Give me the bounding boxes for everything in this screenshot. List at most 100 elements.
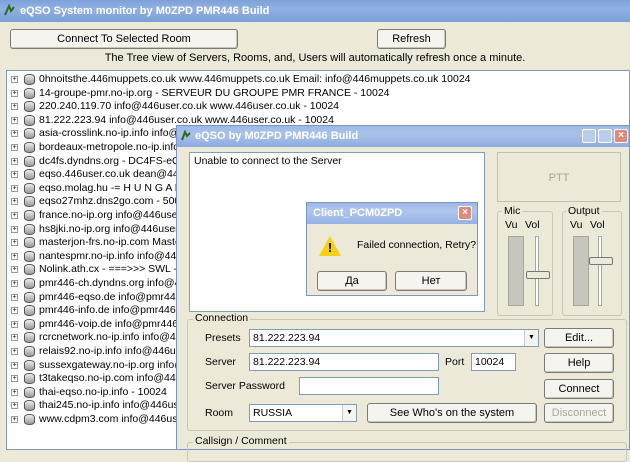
expand-icon[interactable]: + xyxy=(11,76,18,83)
server-icon xyxy=(24,291,35,303)
expand-icon[interactable]: + xyxy=(11,320,18,328)
output-volume-thumb[interactable] xyxy=(589,257,613,265)
minimize-icon[interactable] xyxy=(582,129,596,143)
expand-icon[interactable]: + xyxy=(11,130,18,138)
server-icon xyxy=(24,278,35,289)
chevron-down-icon[interactable]: ▼ xyxy=(524,330,538,346)
tree-item-label: pmr446-info.de info@pmr446-inf xyxy=(39,304,191,317)
server-password-label: Server Password xyxy=(205,380,285,392)
server-icon xyxy=(24,400,35,412)
expand-icon[interactable]: + xyxy=(11,157,18,165)
expand-icon[interactable]: + xyxy=(11,307,18,315)
server-icon xyxy=(24,223,35,235)
mic-vol-label: Vol xyxy=(525,219,540,231)
tree-item-label: thai-eqso.no-ip.info - 10024 xyxy=(39,385,167,398)
main-titlebar[interactable]: eQSO System monitor by M0ZPD PMR446 Buil… xyxy=(0,0,630,22)
expand-icon[interactable]: + xyxy=(11,334,18,342)
expand-icon[interactable]: + xyxy=(11,184,18,192)
expand-icon[interactable]: + xyxy=(11,225,18,233)
server-icon xyxy=(24,318,35,330)
server-password-field[interactable] xyxy=(299,377,439,395)
server-icon xyxy=(24,101,35,113)
edit-button[interactable]: Edit... xyxy=(544,328,614,348)
tree-item-label: dc4fs.dyndns.org - DC4FS-eQSO xyxy=(39,154,196,167)
server-icon xyxy=(24,182,35,194)
mic-volume-slider[interactable] xyxy=(526,236,550,306)
server-icon xyxy=(24,196,35,208)
status-text: Unable to connect to the Server xyxy=(194,155,342,167)
maximize-icon[interactable] xyxy=(598,129,612,143)
callsign-group-label: Callsign / Comment xyxy=(193,435,289,447)
port-field[interactable]: 10024 xyxy=(471,353,516,371)
tree-item-label: pmr446-eqso.de info@pmr446-e xyxy=(39,290,191,303)
dialog-message: Failed connection, Retry? xyxy=(357,239,477,251)
expand-icon[interactable]: + xyxy=(11,293,18,301)
expand-icon[interactable]: + xyxy=(11,348,18,355)
retry-dialog: Client_PCM0ZPD × ! Failed connection, Re… xyxy=(306,202,478,296)
expand-icon[interactable]: + xyxy=(11,198,18,206)
server-icon xyxy=(24,74,35,85)
no-button[interactable]: Нет xyxy=(395,271,467,291)
yes-button[interactable]: Да xyxy=(317,271,387,291)
server-icon xyxy=(24,114,35,126)
chevron-down-icon[interactable]: ▼ xyxy=(342,405,356,421)
output-vol-label: Vol xyxy=(590,219,605,231)
expand-icon[interactable]: + xyxy=(11,103,18,111)
mic-vu-meter xyxy=(508,236,524,306)
tree-item-label: nantespmr.no-ip.info info@446us xyxy=(39,249,194,262)
client-titlebar[interactable]: eQSO by M0ZPD PMR446 Build × xyxy=(177,126,629,147)
server-icon xyxy=(24,359,35,371)
expand-icon[interactable]: + xyxy=(11,239,18,247)
tree-item-label: masterjon-frs.no-ip.com Masterjo xyxy=(39,236,193,249)
room-dropdown[interactable]: RUSSIA ▼ xyxy=(249,404,357,422)
expand-icon[interactable]: + xyxy=(11,416,18,423)
ptt-button[interactable]: PTT xyxy=(497,152,621,202)
expand-icon[interactable]: + xyxy=(11,266,18,274)
mic-volume-thumb[interactable] xyxy=(526,271,550,279)
expand-icon[interactable]: + xyxy=(11,375,18,383)
server-icon xyxy=(24,155,35,167)
tree-item-label: pmr446-ch.dyndns.org info@446u xyxy=(39,277,198,289)
expand-icon[interactable]: + xyxy=(11,89,18,97)
expand-icon[interactable]: + xyxy=(11,280,18,287)
expand-icon[interactable]: + xyxy=(11,144,18,151)
expand-icon[interactable]: + xyxy=(11,361,18,369)
server-icon xyxy=(24,264,35,276)
tree-item-label: bordeaux-metropole.no-ip.info in xyxy=(39,141,191,153)
expand-icon[interactable]: + xyxy=(11,402,18,410)
server-icon xyxy=(24,414,35,425)
tree-item-label: eqso27mhz.dns2go.com - 500 xyxy=(39,195,181,208)
server-label: Server xyxy=(205,356,236,368)
tree-item-label: rcrcnetwork.no-ip.info info@446us xyxy=(39,331,199,344)
connection-group-label: Connection xyxy=(193,312,251,324)
see-whos-on-button[interactable]: See Who's on the system xyxy=(367,403,537,423)
presets-value: 81.222.223.94 xyxy=(253,332,321,344)
tree-item-label: france.no-ip.org info@446user.co xyxy=(39,209,195,221)
room-value: RUSSIA xyxy=(253,407,293,419)
output-volume-slider[interactable] xyxy=(589,236,613,306)
refresh-button[interactable]: Refresh xyxy=(377,29,446,49)
tree-item-label: 0hnoitsthe.446muppets.co.uk www.446muppe… xyxy=(39,73,471,85)
close-icon[interactable]: × xyxy=(614,129,628,143)
server-field[interactable]: 81.222.223.94 xyxy=(249,353,439,371)
expand-icon[interactable]: + xyxy=(11,171,18,179)
connect-button[interactable]: Connect xyxy=(544,379,614,399)
server-icon xyxy=(24,210,35,221)
dialog-titlebar[interactable]: Client_PCM0ZPD × xyxy=(307,203,477,224)
expand-icon[interactable]: + xyxy=(11,116,18,124)
expand-icon[interactable]: + xyxy=(11,212,18,219)
close-icon[interactable]: × xyxy=(458,206,472,220)
server-icon xyxy=(24,346,35,357)
connect-to-room-button[interactable]: Connect To Selected Room xyxy=(10,29,238,49)
disconnect-button[interactable]: Disconnect xyxy=(544,403,614,423)
help-button[interactable]: Help xyxy=(544,353,614,373)
client-title: eQSO by M0ZPD PMR446 Build xyxy=(195,130,359,142)
tree-item-label: eqso.446user.co.uk dean@446u xyxy=(39,168,191,181)
presets-dropdown[interactable]: 81.222.223.94 ▼ xyxy=(249,329,539,347)
main-title: eQSO System monitor by M0ZPD PMR446 Buil… xyxy=(20,5,270,17)
app-icon xyxy=(4,4,15,16)
tree-item-label: thai245.no-ip.info info@446user.c xyxy=(39,399,196,412)
expand-icon[interactable]: + xyxy=(11,252,18,260)
expand-icon[interactable]: + xyxy=(11,388,18,396)
server-icon xyxy=(24,250,35,262)
